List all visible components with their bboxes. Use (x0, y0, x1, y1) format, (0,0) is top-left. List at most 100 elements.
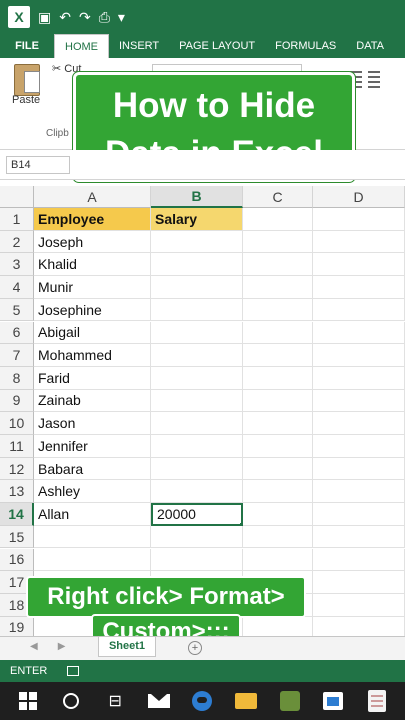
cell-b6[interactable] (151, 321, 243, 345)
row-header[interactable]: 9 (0, 389, 34, 413)
task-view-icon[interactable]: ⊟ (103, 689, 127, 713)
cell-b12[interactable] (151, 457, 243, 481)
cell-a7[interactable]: Mohammed (34, 344, 151, 367)
cell-b13[interactable] (151, 480, 243, 504)
cell-a3[interactable]: Khalid (34, 253, 151, 277)
add-sheet-icon[interactable]: + (188, 641, 202, 655)
cell-b4[interactable] (151, 276, 243, 299)
sheet-tab-sheet1[interactable]: Sheet1 (98, 637, 156, 657)
cell-d16[interactable] (313, 548, 405, 572)
cell-d10[interactable] (313, 412, 405, 435)
row-header[interactable]: 1 (0, 208, 34, 231)
column-header-d[interactable]: D (313, 186, 405, 208)
cell-d17[interactable] (313, 571, 405, 594)
cell-c7[interactable] (243, 344, 313, 367)
cell-a8[interactable]: Farid (34, 366, 151, 390)
cell-d11[interactable] (313, 435, 405, 458)
printer-icon[interactable]: ⎙ (99, 9, 110, 26)
windows-start-icon[interactable] (16, 689, 40, 713)
cell-b14[interactable]: 20000 (151, 503, 243, 526)
row-header[interactable]: 11 (0, 435, 34, 458)
cell-b16[interactable] (151, 548, 243, 572)
tab-home[interactable]: HOME (54, 34, 109, 58)
column-header-b[interactable]: B (151, 186, 243, 208)
row-header[interactable]: 12 (0, 457, 34, 481)
name-box[interactable]: B14 (6, 156, 70, 174)
row-header[interactable]: 6 (0, 321, 34, 345)
store-icon[interactable] (321, 689, 345, 713)
cell-a15[interactable] (34, 525, 151, 549)
cell-d13[interactable] (313, 480, 405, 504)
select-all-corner[interactable] (0, 186, 34, 208)
cell-d18[interactable] (313, 593, 405, 617)
cell-c5[interactable] (243, 298, 313, 322)
cell-a4[interactable]: Munir (34, 276, 151, 299)
cell-a2[interactable]: Joseph (34, 230, 151, 254)
file-explorer-icon[interactable] (234, 689, 258, 713)
tab-data[interactable]: DATA (346, 34, 394, 58)
cell-d5[interactable] (313, 298, 405, 322)
row-header[interactable]: 14 (0, 503, 34, 526)
cell-c6[interactable] (243, 321, 313, 345)
cell-c1[interactable] (243, 208, 313, 231)
cell-c10[interactable] (243, 412, 313, 435)
cell-a12[interactable]: Babara (34, 457, 151, 481)
cell-a10[interactable]: Jason (34, 412, 151, 435)
cell-d12[interactable] (313, 457, 405, 481)
cell-c15[interactable] (243, 525, 313, 549)
cell-d1[interactable] (313, 208, 405, 231)
app-icon[interactable] (278, 689, 302, 713)
cell-b10[interactable] (151, 412, 243, 435)
cell-a14[interactable]: Allan (34, 503, 151, 526)
cell-c14[interactable] (243, 503, 313, 526)
cell-c2[interactable] (243, 230, 313, 254)
cell-a6[interactable]: Abigail (34, 321, 151, 345)
column-header-c[interactable]: C (243, 186, 313, 208)
row-header[interactable]: 8 (0, 366, 34, 390)
cell-b7[interactable] (151, 344, 243, 367)
row-header[interactable]: 10 (0, 412, 34, 435)
cell-d9[interactable] (313, 389, 405, 413)
edge-browser-icon[interactable] (190, 689, 214, 713)
cell-c4[interactable] (243, 276, 313, 299)
tab-file[interactable]: FILE (0, 34, 54, 58)
paste-icon[interactable] (14, 64, 40, 96)
cell-d2[interactable] (313, 230, 405, 254)
cell-d3[interactable] (313, 253, 405, 277)
cell-c8[interactable] (243, 366, 313, 390)
cell-a11[interactable]: Jennifer (34, 435, 151, 458)
row-header[interactable]: 4 (0, 276, 34, 299)
row-header[interactable]: 13 (0, 480, 34, 504)
customize-toolbar-icon[interactable]: ▾ (118, 9, 125, 26)
tab-formulas[interactable]: FORMULAS (265, 34, 346, 58)
paste-button[interactable]: Paste (12, 94, 40, 106)
cell-d14[interactable] (313, 503, 405, 526)
macro-record-icon[interactable] (67, 666, 80, 676)
row-header[interactable]: 7 (0, 344, 34, 367)
cell-b8[interactable] (151, 366, 243, 390)
cell-b2[interactable] (151, 230, 243, 254)
sheet-nav-arrows[interactable]: ◀▶ (30, 641, 85, 652)
cell-d7[interactable] (313, 344, 405, 367)
row-header[interactable]: 15 (0, 525, 34, 549)
cell-b15[interactable] (151, 525, 243, 549)
undo-icon[interactable]: ↶ (59, 9, 71, 26)
mail-icon[interactable] (147, 689, 171, 713)
cell-b1[interactable]: Salary (151, 208, 243, 231)
cell-b11[interactable] (151, 435, 243, 458)
tab-page-layout[interactable]: PAGE LAYOUT (169, 34, 265, 58)
row-header[interactable]: 16 (0, 548, 34, 572)
cell-c12[interactable] (243, 457, 313, 481)
cell-a13[interactable]: Ashley (34, 480, 151, 504)
cortana-search-icon[interactable] (59, 689, 83, 713)
cell-a1[interactable]: Employee (34, 208, 151, 231)
cell-c3[interactable] (243, 253, 313, 277)
cell-d8[interactable] (313, 366, 405, 390)
document-app-icon[interactable] (365, 689, 389, 713)
cell-d4[interactable] (313, 276, 405, 299)
row-header[interactable]: 3 (0, 253, 34, 277)
cell-a5[interactable]: Josephine (34, 298, 151, 322)
cell-b3[interactable] (151, 253, 243, 277)
excel-icon[interactable]: X (8, 6, 30, 28)
cell-a16[interactable] (34, 548, 151, 572)
